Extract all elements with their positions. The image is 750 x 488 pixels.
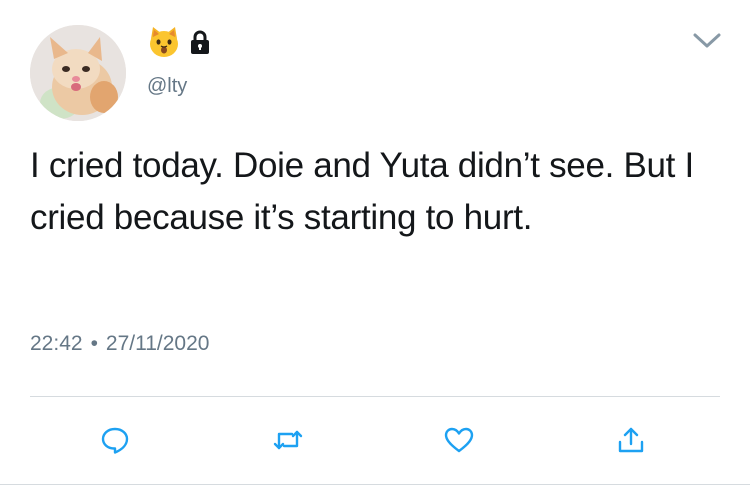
lock-icon xyxy=(191,30,209,54)
share-icon xyxy=(618,427,644,453)
cat-face-emoji-icon xyxy=(150,27,178,57)
tweet-timestamp[interactable]: 22:42 • 27/11/2020 xyxy=(30,332,209,356)
bottom-divider xyxy=(0,484,750,485)
timestamp-separator: • xyxy=(90,332,98,355)
like-icon xyxy=(444,427,474,453)
more-options-button[interactable] xyxy=(690,28,724,52)
share-button[interactable] xyxy=(614,423,648,457)
tweet-text: I cried today. Doie and Yuta didn’t see.… xyxy=(30,146,694,237)
reply-icon xyxy=(101,427,129,454)
reply-button[interactable] xyxy=(98,423,132,457)
tweet-time: 22:42 xyxy=(30,332,83,355)
crying-cat-avatar-image xyxy=(30,25,126,121)
display-name[interactable] xyxy=(147,25,211,59)
retweet-icon xyxy=(273,430,303,450)
retweet-button[interactable] xyxy=(271,423,305,457)
divider xyxy=(30,396,720,397)
avatar[interactable] xyxy=(30,25,126,121)
like-button[interactable] xyxy=(442,423,476,457)
user-handle[interactable]: @lty xyxy=(147,75,187,98)
tweet-date: 27/11/2020 xyxy=(105,332,210,355)
chevron-down-icon xyxy=(693,33,721,48)
